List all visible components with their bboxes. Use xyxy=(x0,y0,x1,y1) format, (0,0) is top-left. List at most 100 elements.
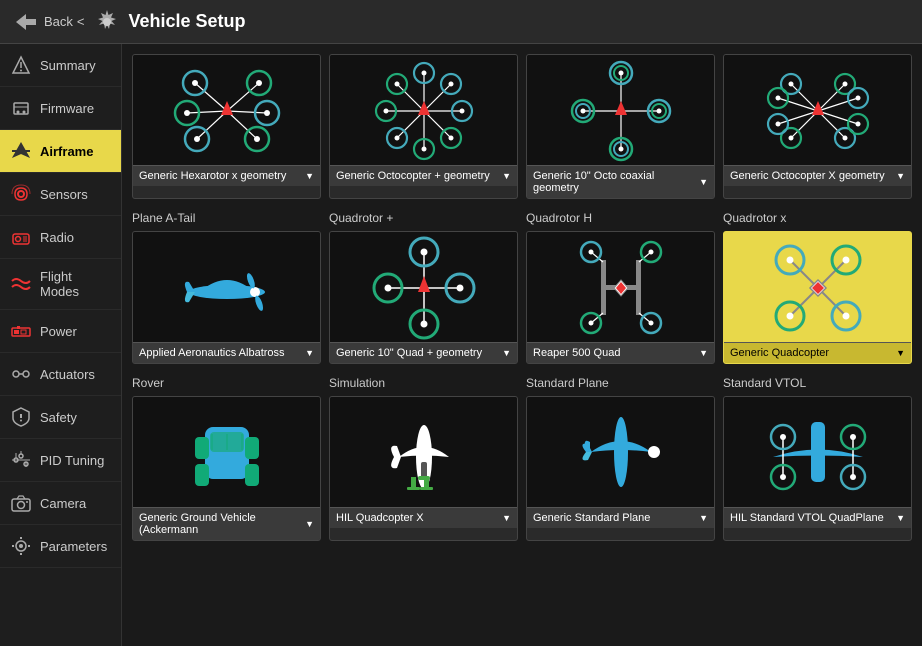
vehicle-grid-row2: Applied Aeronautics Albatross ▼ xyxy=(132,231,912,364)
dropdown-text: Applied Aeronautics Albatross xyxy=(139,347,285,359)
sidebar-label-safety: Safety xyxy=(40,410,77,425)
category-label-plane-atail: Plane A-Tail xyxy=(132,211,321,225)
safety-icon xyxy=(10,406,32,428)
vehicle-dropdown-octo-coaxial[interactable]: Generic 10" Octo coaxial geometry ▼ xyxy=(527,165,714,198)
firmware-icon xyxy=(10,97,32,119)
sidebar-label-camera: Camera xyxy=(40,496,86,511)
vehicle-image-quad-plus xyxy=(330,232,517,342)
dropdown-text: Reaper 500 Quad xyxy=(533,347,620,359)
vehicle-dropdown-quad-plus[interactable]: Generic 10" Quad + geometry ▼ xyxy=(330,342,517,363)
category-label-quadrotor-plus: Quadrotor + xyxy=(329,211,518,225)
pid-icon xyxy=(10,449,32,471)
vehicle-card-hil-quad[interactable]: HIL Quadcopter X ▼ xyxy=(329,396,518,541)
sidebar-label-summary: Summary xyxy=(40,58,96,73)
category-label-quadrotor-h: Quadrotor H xyxy=(526,211,715,225)
dropdown-text: Generic Hexarotor x geometry xyxy=(139,170,286,182)
setup-gear-icon xyxy=(93,8,121,36)
sidebar-item-camera[interactable]: Camera xyxy=(0,482,121,525)
content-area: Generic Hexarotor x geometry ▼ xyxy=(122,44,922,646)
sidebar-label-sensors: Sensors xyxy=(40,187,88,202)
vehicle-dropdown-albatross[interactable]: Applied Aeronautics Albatross ▼ xyxy=(133,342,320,363)
back-button[interactable]: Back < xyxy=(12,8,85,36)
vehicle-image-octo-coaxial xyxy=(527,55,714,165)
sidebar-label-power: Power xyxy=(40,324,77,339)
dropdown-text: Generic 10" Octo coaxial geometry xyxy=(533,170,697,194)
category-label-quadrotor-x: Quadrotor x xyxy=(723,211,912,225)
sidebar-item-firmware[interactable]: Firmware xyxy=(0,87,121,130)
category-label-rover: Rover xyxy=(132,376,321,390)
vehicle-grid-row1: Generic Hexarotor x geometry ▼ xyxy=(132,54,912,199)
actuators-icon xyxy=(10,363,32,385)
vehicle-card-reaper[interactable]: Reaper 500 Quad ▼ xyxy=(526,231,715,364)
vehicle-card-standard-plane[interactable]: Generic Standard Plane ▼ xyxy=(526,396,715,541)
vehicle-image-octocopter-plus xyxy=(330,55,517,165)
sidebar-label-flight-modes: Flight Modes xyxy=(40,269,111,299)
camera-icon xyxy=(10,492,32,514)
vehicle-dropdown-rover[interactable]: Generic Ground Vehicle (Ackermann ▼ xyxy=(133,507,320,540)
sidebar-item-airframe[interactable]: Airframe xyxy=(0,130,121,173)
vehicle-image-albatross xyxy=(133,232,320,342)
sidebar-label-parameters: Parameters xyxy=(40,539,107,554)
dropdown-text: Generic 10" Quad + geometry xyxy=(336,347,482,359)
sidebar-item-summary[interactable]: Summary xyxy=(0,44,121,87)
vehicle-card-hexarotor-x[interactable]: Generic Hexarotor x geometry ▼ xyxy=(132,54,321,199)
sidebar-item-pid-tuning[interactable]: PID Tuning xyxy=(0,439,121,482)
radio-icon xyxy=(10,226,32,248)
sidebar-label-radio: Radio xyxy=(40,230,74,245)
sidebar-item-parameters[interactable]: Parameters xyxy=(0,525,121,568)
sidebar-item-flight-modes[interactable]: Flight Modes xyxy=(0,259,121,310)
vehicle-dropdown-octocopter-plus[interactable]: Generic Octocopter + geometry ▼ xyxy=(330,165,517,186)
sensors-icon xyxy=(10,183,32,205)
airframe-icon xyxy=(10,140,32,162)
params-icon xyxy=(10,535,32,557)
vehicle-dropdown-standard-plane[interactable]: Generic Standard Plane ▼ xyxy=(527,507,714,528)
vehicle-image-standard-plane xyxy=(527,397,714,507)
sidebar-label-pid-tuning: PID Tuning xyxy=(40,453,104,468)
vehicle-dropdown-octocopter-x[interactable]: Generic Octocopter X geometry ▼ xyxy=(724,165,911,186)
vehicle-card-rover[interactable]: Generic Ground Vehicle (Ackermann ▼ xyxy=(132,396,321,541)
dropdown-text: Generic Octocopter X geometry xyxy=(730,170,885,182)
vehicle-image-vtol-quad xyxy=(724,397,911,507)
power-icon xyxy=(10,320,32,342)
category-label-standard-plane: Standard Plane xyxy=(526,376,715,390)
vehicle-image-reaper xyxy=(527,232,714,342)
vehicle-image-rover xyxy=(133,397,320,507)
vehicle-card-quadcopter[interactable]: Generic Quadcopter ▼ xyxy=(723,231,912,364)
dropdown-text: Generic Standard Plane xyxy=(533,512,650,524)
vehicle-dropdown-reaper[interactable]: Reaper 500 Quad ▼ xyxy=(527,342,714,363)
sidebar-item-actuators[interactable]: Actuators xyxy=(0,353,121,396)
vehicle-card-vtol-quad[interactable]: HIL Standard VTOL QuadPlane ▼ xyxy=(723,396,912,541)
dropdown-text: HIL Standard VTOL QuadPlane xyxy=(730,512,884,524)
sidebar: Summary Firmware Airframe xyxy=(0,44,122,646)
vehicle-dropdown-hil-quad[interactable]: HIL Quadcopter X ▼ xyxy=(330,507,517,528)
dropdown-text: Generic Quadcopter xyxy=(730,347,829,359)
sidebar-label-firmware: Firmware xyxy=(40,101,94,116)
vehicle-card-quad-plus[interactable]: Generic 10" Quad + geometry ▼ xyxy=(329,231,518,364)
vehicle-card-albatross[interactable]: Applied Aeronautics Albatross ▼ xyxy=(132,231,321,364)
vehicle-card-octo-coaxial[interactable]: Generic 10" Octo coaxial geometry ▼ xyxy=(526,54,715,199)
separator: < xyxy=(77,14,85,29)
vehicle-dropdown-vtol-quad[interactable]: HIL Standard VTOL QuadPlane ▼ xyxy=(724,507,911,528)
back-plane-icon xyxy=(12,8,40,36)
back-label: Back xyxy=(44,14,73,29)
sidebar-item-safety[interactable]: Safety xyxy=(0,396,121,439)
dropdown-text: Generic Ground Vehicle (Ackermann xyxy=(139,512,303,536)
app-header: Back < Vehicle Setup xyxy=(0,0,922,44)
vehicle-card-octocopter-plus[interactable]: Generic Octocopter + geometry ▼ xyxy=(329,54,518,199)
summary-icon xyxy=(10,54,32,76)
flightmodes-icon xyxy=(10,273,32,295)
sidebar-label-actuators: Actuators xyxy=(40,367,95,382)
vehicle-dropdown-quadcopter[interactable]: Generic Quadcopter ▼ xyxy=(724,342,911,363)
dropdown-text: Generic Octocopter + geometry xyxy=(336,170,490,182)
category-label-standard-vtol: Standard VTOL xyxy=(723,376,912,390)
vehicle-image-octocopter-x xyxy=(724,55,911,165)
vehicle-image-hexarotor-x xyxy=(133,55,320,165)
page-title: Vehicle Setup xyxy=(129,11,246,32)
sidebar-item-power[interactable]: Power xyxy=(0,310,121,353)
vehicle-image-hil-quad xyxy=(330,397,517,507)
sidebar-item-sensors[interactable]: Sensors xyxy=(0,173,121,216)
sidebar-item-radio[interactable]: Radio xyxy=(0,216,121,259)
vehicle-image-quadcopter xyxy=(724,232,911,342)
vehicle-card-octocopter-x[interactable]: Generic Octocopter X geometry ▼ xyxy=(723,54,912,199)
vehicle-dropdown-hexarotor-x[interactable]: Generic Hexarotor x geometry ▼ xyxy=(133,165,320,186)
